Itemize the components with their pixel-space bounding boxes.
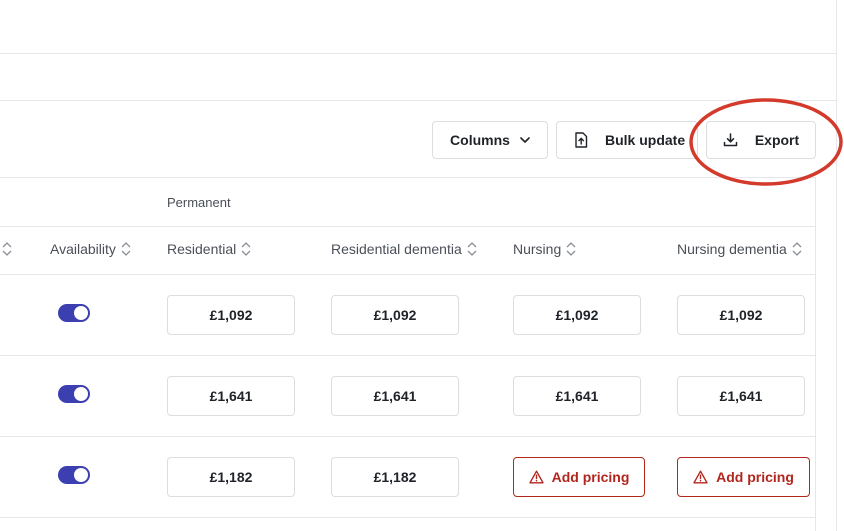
- sort-icon: [241, 241, 251, 257]
- download-icon: [723, 133, 738, 147]
- divider: [0, 100, 836, 101]
- price-nursing-dementia[interactable]: £1,092: [677, 295, 805, 335]
- price-nursing-dementia[interactable]: £1,641: [677, 376, 805, 416]
- divider: [0, 177, 816, 178]
- column-header-residential[interactable]: Residential: [167, 241, 251, 257]
- sort-icon[interactable]: [2, 241, 12, 257]
- divider: [0, 517, 816, 518]
- scrollbar[interactable]: [836, 0, 844, 531]
- divider: [0, 226, 816, 227]
- sort-icon: [121, 241, 131, 257]
- divider: [0, 53, 836, 54]
- column-header-label: Residential dementia: [331, 241, 462, 257]
- table-right-border: [815, 178, 816, 531]
- column-header-residential-dementia[interactable]: Residential dementia: [331, 241, 477, 257]
- price-residential-dementia[interactable]: £1,182: [331, 457, 459, 497]
- availability-toggle[interactable]: [58, 466, 90, 484]
- add-pricing-label: Add pricing: [716, 469, 794, 485]
- price-residential-dementia[interactable]: £1,641: [331, 376, 459, 416]
- divider: [0, 355, 816, 356]
- add-pricing-button[interactable]: Add pricing: [513, 457, 645, 497]
- toggle-knob: [74, 306, 88, 320]
- toggle-knob: [74, 387, 88, 401]
- column-header-availability[interactable]: Availability: [50, 241, 131, 257]
- availability-toggle[interactable]: [58, 304, 90, 322]
- column-header-nursing[interactable]: Nursing: [513, 241, 576, 257]
- price-nursing[interactable]: £1,092: [513, 295, 641, 335]
- toggle-knob: [74, 468, 88, 482]
- availability-toggle[interactable]: [58, 385, 90, 403]
- bulk-update-button[interactable]: Bulk update: [556, 121, 698, 159]
- add-pricing-button[interactable]: Add pricing: [677, 457, 810, 497]
- export-button[interactable]: Export: [706, 121, 816, 159]
- add-pricing-label: Add pricing: [551, 469, 630, 485]
- columns-button[interactable]: Columns: [432, 121, 548, 159]
- price-residential-dementia[interactable]: £1,092: [331, 295, 459, 335]
- divider: [0, 436, 816, 437]
- warning-icon: [528, 470, 544, 484]
- price-nursing[interactable]: £1,641: [513, 376, 641, 416]
- columns-label: Columns: [450, 132, 510, 148]
- sort-icon: [566, 241, 576, 257]
- chevron-down-icon: [520, 137, 530, 143]
- sort-icon: [792, 241, 802, 257]
- divider: [0, 274, 816, 275]
- column-group-permanent: Permanent: [167, 195, 231, 210]
- bulk-update-label: Bulk update: [605, 132, 686, 148]
- price-residential[interactable]: £1,182: [167, 457, 295, 497]
- sort-icon: [467, 241, 477, 257]
- upload-file-icon: [574, 132, 588, 148]
- column-header-label: Availability: [50, 241, 116, 257]
- warning-icon: [693, 470, 708, 484]
- export-label: Export: [754, 132, 800, 148]
- price-residential[interactable]: £1,092: [167, 295, 295, 335]
- price-residential[interactable]: £1,641: [167, 376, 295, 416]
- column-header-nursing-dementia[interactable]: Nursing dementia: [677, 241, 802, 257]
- column-header-label: Residential: [167, 241, 237, 257]
- column-header-label: Nursing dementia: [677, 241, 787, 257]
- column-header-label: Nursing: [513, 241, 562, 257]
